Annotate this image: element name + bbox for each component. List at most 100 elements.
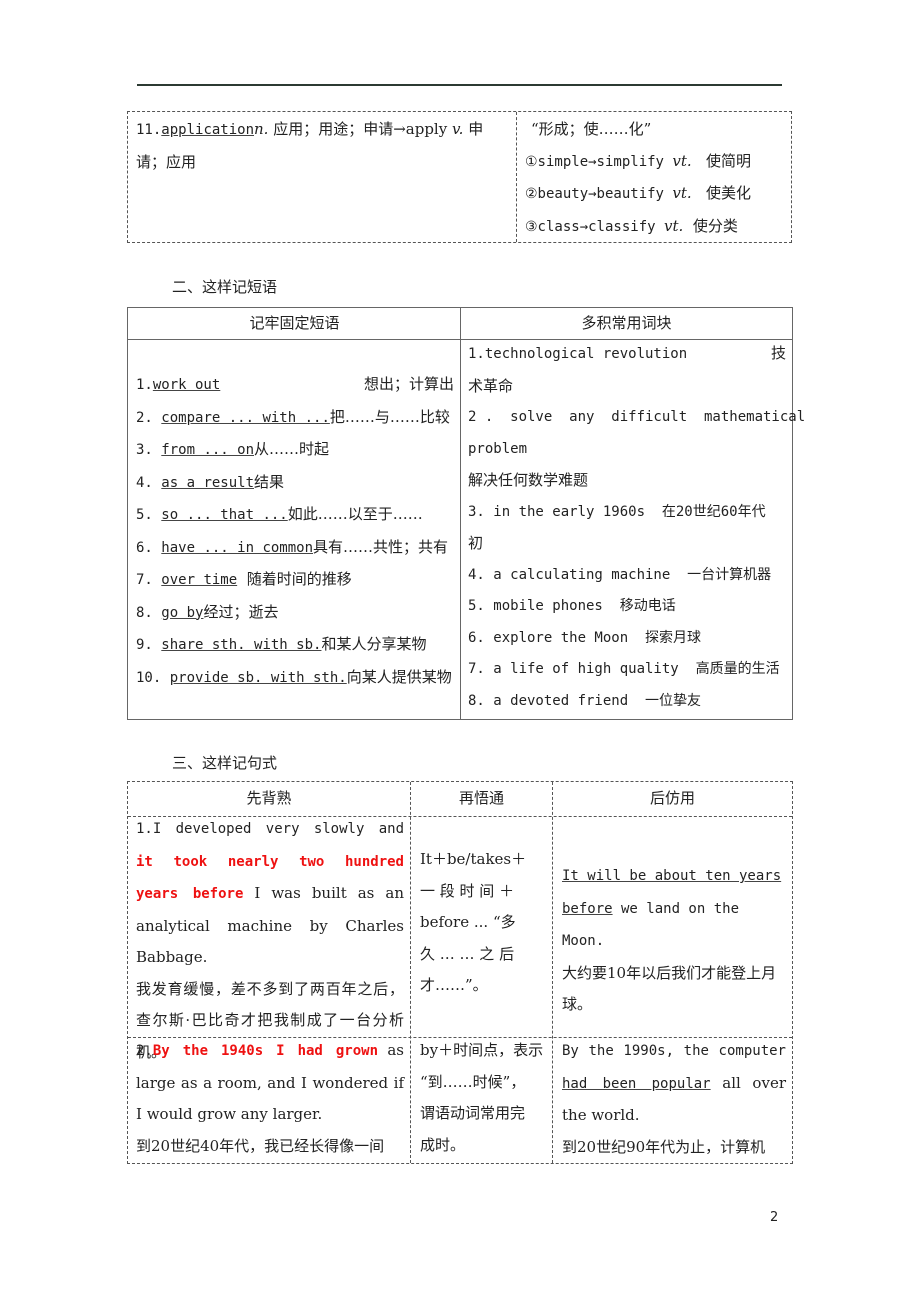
col-header-chunks: 多积常用词块 [461,308,792,340]
phrase-number: 10. [136,669,170,686]
phrase-meaning: 经过；逝去 [203,602,279,621]
suffix-pos: vt. [672,184,692,202]
section-title-phrases: 二、这样记短语 [172,278,278,296]
chunk-item: 4. a calculating machine 一台计算机器 [468,566,772,583]
suffix-meaning: 使美化 [706,184,752,202]
imitate-cell-2: By the 1990s, the computer had been popu… [556,1035,792,1163]
phrase-meaning: 从……时起 [254,440,330,458]
phrase-number: 4. [136,474,162,491]
understand-line: 才……”。 [420,976,488,994]
phrase-meaning: 结果 [254,472,285,491]
understand-cell-1: It＋be/takes＋ 一 段 时 间 ＋ before ... “多久 … … … [414,844,550,1002]
sentences-table: 先背熟 再悟通 后仿用 1.I developed very slowly an… [127,781,793,1164]
entry-meaning: 应用；用途；申请→apply [268,120,452,138]
phrase-item: 10. provide sb. with sth.向某人提供某物 [136,662,454,695]
phrase-text: have ... in common [161,539,314,556]
entry-pos: n. [254,120,269,138]
recite-cell-2: 2.By the 1940s I had grown as large as a… [130,1035,410,1162]
phrase-item: 5. so ... that ...如此……以至于…… [136,499,454,532]
suffix-title: “形成；使……化” [531,120,652,138]
understand-cell-2: by＋时间点，表示 “到……时候”， 谓语动词常用完 成时。 [414,1035,550,1161]
suffix-word: ③class→classify [525,218,664,235]
phrase-meaning: 向某人提供某物 [346,667,452,686]
phrase-number: 3. [136,442,162,458]
entry-meaning2: 申 [463,120,484,138]
word-chunks-list: 1.technological revolution 技术革命 2 . solve … [468,338,806,717]
suffix-meaning: 使分类 [692,216,738,235]
phrase-meaning: 想出；计算出 [363,375,454,393]
phrase-number: 7. [136,572,162,588]
suffix-pos: vt. [663,216,684,235]
recite-translation: 到20世纪40年代，我已经长得像一间 [136,1136,385,1155]
phrase-meaning: 如此……以至于…… [287,505,423,523]
phrase-meaning: 随着时间的推移 [237,570,352,588]
recite-text: 1.I developed very slowly and [136,821,404,837]
recite-highlight: By the 1940s I had grown [152,1043,378,1059]
phrase-number: 9. [136,637,162,653]
col-header-fixed: 记牢固定短语 [128,308,461,340]
entry-meaning-cont: 请；应用 [136,152,197,171]
chunk-item: 7. a life of high quality 高质量的生活 [468,661,780,677]
phrase-number: 8. [136,604,162,621]
understand-line: “到……时候”， [420,1072,526,1091]
phrase-number: 6. [136,539,162,556]
understand-line: 谓语动词常用完 [420,1104,526,1122]
phrase-text: over time [161,572,238,588]
phrase-number: 5. [136,507,162,523]
col-header-recite: 先背熟 [246,789,292,807]
phrase-text: so ... that ... [161,507,288,523]
chunk-item: 2 . solve any difficult mathematical [468,409,806,425]
col-header-understand: 再悟通 [458,789,504,807]
chunk-item: 6. explore the Moon 探索月球 [468,629,702,646]
chunk-item: 1.technological revolution 技 [468,338,786,371]
imitate-cell-1: It will be about ten years before we lan… [556,860,792,1021]
column-divider [410,782,411,1163]
chunk-text: 技 [770,344,786,362]
section-title-sentences: 三、这样记句式 [172,754,278,772]
chunk-item: 5. mobile phones 移动电话 [468,598,676,614]
phrase-text: from ... on [161,442,255,458]
header-rule [137,84,782,86]
recite-text: 2. [136,1043,153,1059]
chunk-item: 初 [468,534,484,552]
imitate-translation: 大约要10年以后我们才能登上月球。 [562,963,777,1014]
phrase-item: 3. from ... on从……时起 [136,434,454,467]
suffix-item: ①simple→simplify vt. 使简明 [525,146,783,179]
entry-number: 11. [136,122,162,138]
phrase-item: 4. as a result结果 [136,467,454,500]
chunk-item: 3. in the early 1960s 在20世纪60年代 [468,503,766,520]
suffix-item: ②beauty→beautify vt. 使美化 [525,178,783,211]
phrase-item: 8. go by经过；逝去 [136,597,454,630]
imitate-translation: 到20世纪90年代为止，计算机 [562,1137,766,1156]
chunk-item: 解决任何数学难题 [468,471,589,489]
vocab-box: 11.applicationn. 应用；用途；申请→apply v. 申 请；应… [127,111,792,243]
phrase-meaning: 把……与……比较 [329,407,450,426]
understand-line: 成时。 [420,1135,466,1154]
vocab-entry-application: 11.applicationn. 应用；用途；申请→apply v. 申 请；应… [128,112,517,242]
phrase-text: provide sb. with sth. [169,669,347,686]
imitate-underlined: had been popular [562,1075,711,1092]
phrase-text: as a result [161,474,255,491]
phrase-number: 1. [136,377,153,393]
entry-word: application [161,122,255,138]
phrases-table: 记牢固定短语 多积常用词块 1.work out 想出；计算出 2. compare… [127,307,806,720]
column-divider [552,782,553,1163]
understand-line: by＋时间点，表示 [420,1041,544,1059]
chunk-item: problem [468,440,528,457]
page-number: 2 [770,1210,779,1225]
phrase-meaning: 和某人分享某物 [321,635,427,653]
chunk-item: 8. a devoted friend 一位挚友 [468,692,702,709]
understand-line: before ... “多 [420,913,516,931]
suffix-word: ①simple→simplify [525,153,673,170]
phrase-number: 2. [136,409,162,426]
column-divider [460,308,461,719]
phrase-item: 1.work out 想出；计算出 [136,369,454,402]
suffix-note: “形成；使……化” ①simple→simplify vt. 使简明 ②beau… [517,112,791,242]
understand-line: 一 段 时 间 ＋ [420,881,515,900]
entry-pos2: v. [451,120,464,138]
understand-line: 久 … … 之 后 [420,944,515,963]
phrase-item: 7. over time 随着时间的推移 [136,564,454,597]
chunk-text: 1.technological revolution [468,346,688,362]
imitate-text: By the 1990s, the computer [562,1043,786,1059]
phrase-item: 2. compare ... with ...把……与……比较 [136,402,454,435]
